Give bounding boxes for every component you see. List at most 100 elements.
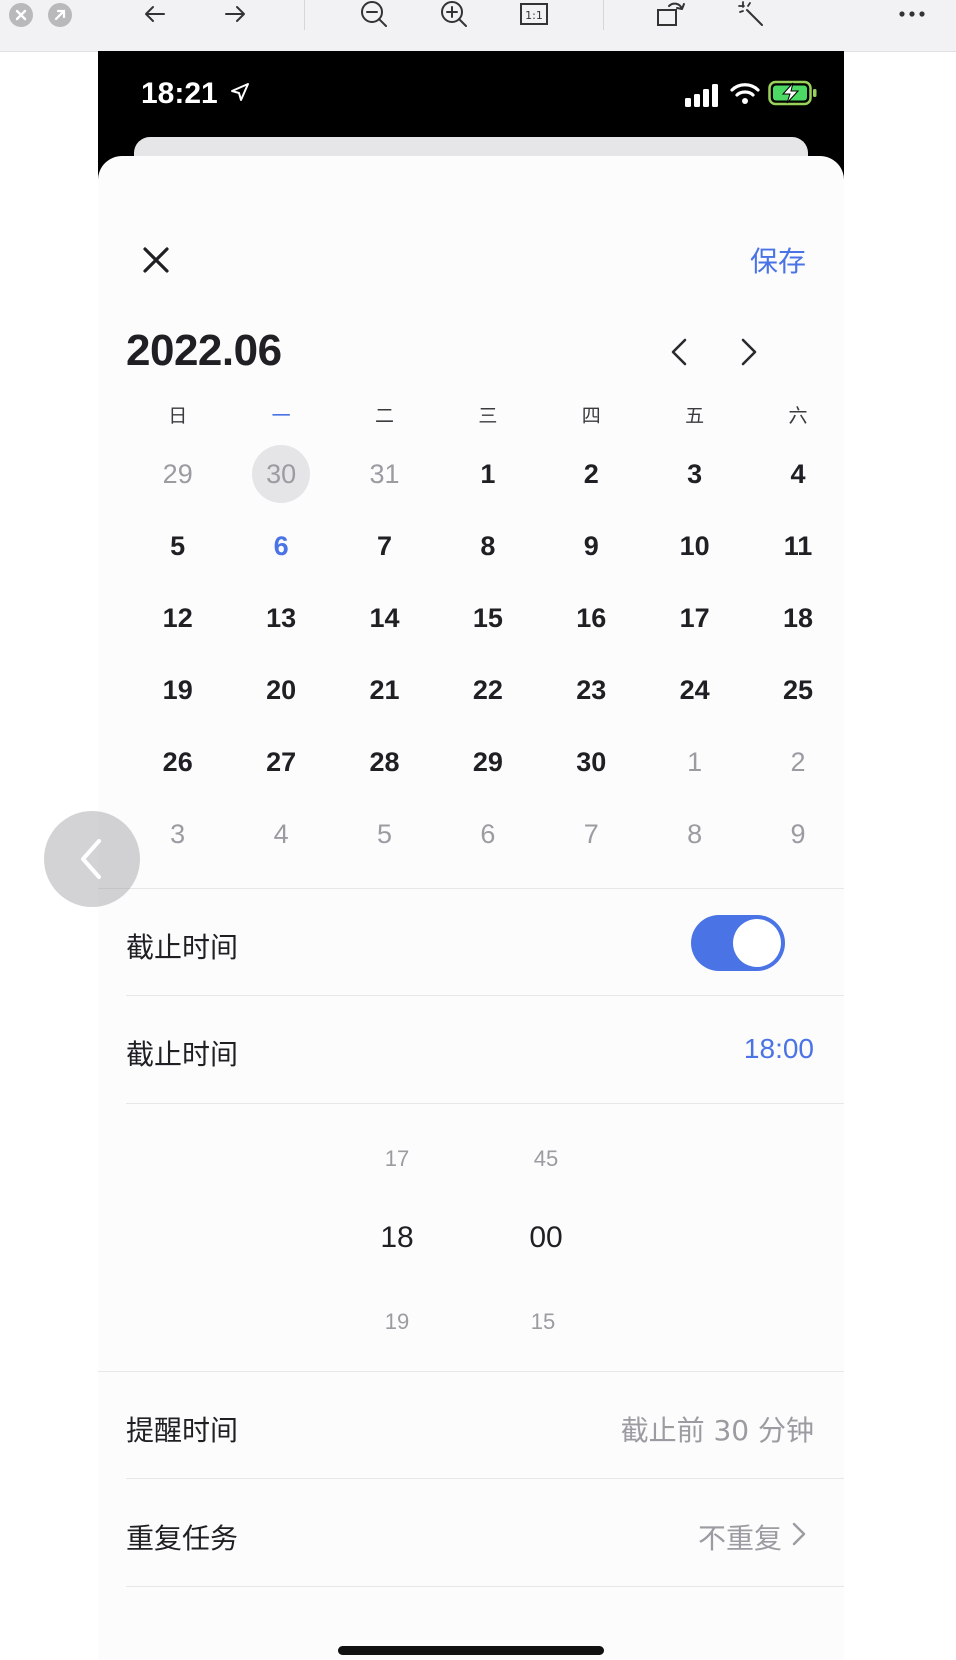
status-time-text: 18:21 (141, 77, 218, 110)
calendar-week: 5 6 7 8 9 10 11 (126, 510, 844, 582)
calendar-day[interactable]: 16 (540, 582, 643, 654)
calendar-day[interactable]: 11 (746, 510, 844, 582)
calendar-day[interactable]: 10 (643, 510, 746, 582)
picker-minute-prev[interactable]: 45 (506, 1146, 586, 1172)
divider (126, 1586, 844, 1587)
status-time: 18:21 (141, 77, 250, 111)
close-circle-icon[interactable] (9, 3, 33, 27)
calendar-day[interactable]: 28 (333, 726, 436, 798)
calendar-day[interactable]: 21 (333, 654, 436, 726)
calendar-day[interactable]: 20 (229, 654, 332, 726)
calendar-day[interactable]: 30 (540, 726, 643, 798)
calendar-day[interactable]: 19 (126, 654, 229, 726)
picker-hour-prev[interactable]: 17 (357, 1146, 437, 1172)
calendar-day[interactable]: 1 (643, 726, 746, 798)
weekday-label: 日 (168, 405, 188, 427)
calendar-day[interactable]: 9 (746, 798, 844, 870)
calendar-day[interactable]: 25 (746, 654, 844, 726)
rotate-icon[interactable] (651, 0, 691, 28)
actual-size-icon[interactable]: 1:1 (514, 0, 554, 28)
calendar-day[interactable]: 5 (126, 510, 229, 582)
deadline-toggle-label: 截止时间 (126, 931, 239, 964)
calendar-day[interactable]: 22 (436, 654, 539, 726)
month-title: 2022.06 (126, 326, 282, 375)
calendar-day[interactable]: 17 (643, 582, 746, 654)
calendar-grid: 29 30 31 1 2 3 4 5 6 7 8 9 10 11 12 13 1… (126, 438, 844, 870)
weekday-label: 三 (478, 405, 498, 427)
calendar-day[interactable]: 2 (746, 726, 844, 798)
calendar-day[interactable]: 6 (436, 798, 539, 870)
calendar-day[interactable]: 5 (333, 798, 436, 870)
calendar-day[interactable]: 9 (540, 510, 643, 582)
calendar-day[interactable]: 27 (229, 726, 332, 798)
picker-minute-next[interactable]: 15 (503, 1309, 583, 1335)
deadline-toggle[interactable] (691, 915, 785, 971)
time-picker[interactable]: 17 18 19 45 00 15 (98, 1104, 844, 1370)
calendar-day[interactable]: 26 (126, 726, 229, 798)
deadline-time-value[interactable]: 18:00 (744, 1033, 814, 1065)
prev-month-chevron-icon[interactable] (660, 332, 700, 372)
toolbar-separator (603, 0, 604, 30)
toggle-knob (733, 919, 781, 967)
zoom-in-icon[interactable] (434, 0, 474, 28)
picker-minute-selected[interactable]: 00 (506, 1221, 586, 1255)
calendar-day[interactable]: 7 (540, 798, 643, 870)
calendar-day[interactable]: 23 (540, 654, 643, 726)
calendar-day[interactable]: 8 (643, 798, 746, 870)
zoom-out-icon[interactable] (354, 0, 394, 28)
save-button[interactable]: 保存 (750, 240, 806, 280)
calendar-day[interactable]: 18 (746, 582, 844, 654)
repeat-value[interactable]: 不重复 (698, 1517, 782, 1557)
reminder-value[interactable]: 截止前 30 分钟 (621, 1409, 814, 1449)
toolbar-separator (304, 0, 305, 30)
picker-hour-selected[interactable]: 18 (357, 1221, 437, 1255)
calendar-day[interactable]: 15 (436, 582, 539, 654)
calendar-day[interactable]: 3 (126, 798, 229, 870)
calendar-day[interactable]: 29 (126, 438, 229, 510)
repeat-label: 重复任务 (126, 1522, 239, 1555)
calendar-day[interactable]: 8 (436, 510, 539, 582)
home-indicator (338, 1646, 604, 1655)
magic-wand-icon[interactable] (731, 0, 771, 28)
calendar-day-selected[interactable]: 30 (229, 438, 332, 510)
floating-back-button[interactable] (44, 811, 140, 907)
divider (126, 995, 844, 996)
calendar-day[interactable]: 14 (333, 582, 436, 654)
calendar-day[interactable]: 2 (540, 438, 643, 510)
weekday-label: 六 (788, 405, 808, 427)
calendar-week: 12 13 14 15 16 17 18 (126, 582, 844, 654)
location-arrow-icon (231, 83, 250, 101)
calendar-day[interactable]: 7 (333, 510, 436, 582)
next-month-chevron-icon[interactable] (728, 332, 768, 372)
weekday-label: 四 (581, 405, 601, 427)
signal-icon (685, 84, 718, 107)
deadline-sheet: 保存 2022.06 日 一 二 三 四 五 六 29 30 31 1 2 3 (98, 156, 844, 1660)
viewer-toolbar: 1:1 (0, 0, 956, 52)
calendar-week: 19 20 21 22 23 24 25 (126, 654, 844, 726)
more-icon[interactable] (892, 0, 932, 28)
phone-screen: 18:21 保存 2022.06 日 一 二 三 四 五 六 29 30 31 … (98, 51, 844, 1660)
calendar-day[interactable]: 31 (333, 438, 436, 510)
divider (98, 1371, 844, 1372)
calendar-day[interactable]: 3 (643, 438, 746, 510)
calendar-week: 29 30 31 1 2 3 4 (126, 438, 844, 510)
close-icon[interactable] (138, 242, 174, 278)
calendar-day[interactable]: 12 (126, 582, 229, 654)
actual-size-label: 1:1 (525, 9, 543, 22)
calendar-week: 26 27 28 29 30 1 2 (126, 726, 844, 798)
wifi-icon (730, 83, 760, 104)
calendar-day-today[interactable]: 6 (229, 510, 332, 582)
calendar-day[interactable]: 1 (436, 438, 539, 510)
calendar-day[interactable]: 4 (229, 798, 332, 870)
picker-hour-next[interactable]: 19 (357, 1309, 437, 1335)
calendar-day[interactable]: 24 (643, 654, 746, 726)
minimize-circle-icon[interactable] (48, 3, 72, 27)
calendar-day[interactable]: 29 (436, 726, 539, 798)
back-arrow-icon[interactable] (135, 0, 175, 28)
chevron-right-icon[interactable] (788, 1519, 810, 1549)
calendar-day[interactable]: 4 (746, 438, 844, 510)
forward-arrow-icon[interactable] (215, 0, 255, 28)
calendar-day[interactable]: 13 (229, 582, 332, 654)
reminder-label: 提醒时间 (126, 1414, 239, 1447)
chevron-left-icon (81, 839, 101, 879)
